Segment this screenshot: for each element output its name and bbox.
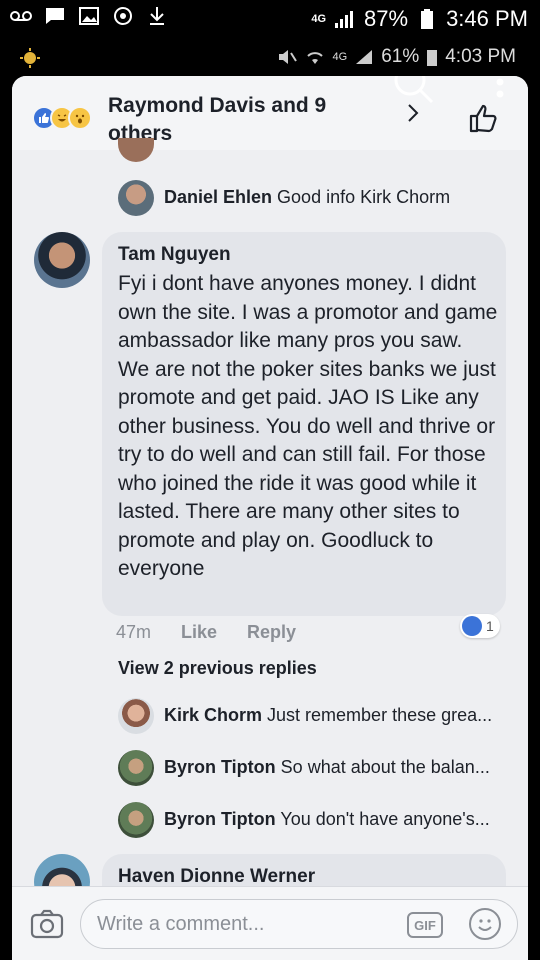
- reactions-header[interactable]: Raymond Davis and 9 others: [12, 76, 528, 150]
- comment-text: Fyi i dont have anyones money. I didnt o…: [118, 272, 498, 580]
- reply-text: You don't have anyone's...: [280, 809, 490, 829]
- network-type-label: 4G: [311, 13, 327, 25]
- like-count-badge[interactable]: 1: [460, 614, 500, 638]
- comment-composer: Write a comment... GIF: [12, 886, 528, 960]
- reply-item[interactable]: Byron Tipton So what about the balan...: [164, 757, 490, 778]
- like-button-icon[interactable]: [468, 102, 500, 134]
- reply-item[interactable]: Kirk Chorm Just remember these grea...: [164, 705, 492, 726]
- voicemail-icon: [10, 6, 32, 26]
- comment-bubble[interactable]: Tam Nguyen Fyi i dont have anyones money…: [102, 232, 506, 616]
- signal-icon: [334, 9, 356, 29]
- image-icon: [78, 6, 100, 26]
- inner-network-label: 4G: [332, 51, 348, 63]
- avatar[interactable]: [118, 698, 154, 734]
- reply-item[interactable]: Daniel Ehlen Good info Kirk Chorm: [164, 187, 450, 208]
- reply-action[interactable]: Reply: [247, 622, 296, 643]
- sync-icon: [112, 6, 134, 26]
- comment-author[interactable]: Haven Dionne Werner: [118, 866, 315, 888]
- comment-input[interactable]: Write a comment... GIF: [80, 899, 518, 949]
- like-reaction-icon: [462, 616, 482, 636]
- comment-author[interactable]: Tam Nguyen: [118, 244, 231, 266]
- search-icon[interactable]: [384, 76, 444, 110]
- inner-clock: 4:03 PM: [445, 46, 516, 67]
- reply-item[interactable]: Byron Tipton You don't have anyone's...: [164, 809, 490, 830]
- inner-battery-percent: 61%: [381, 46, 420, 67]
- avatar[interactable]: [118, 802, 154, 838]
- like-action[interactable]: Like: [181, 622, 217, 643]
- inner-battery-icon: [427, 50, 438, 66]
- comment-timestamp: 47m: [116, 622, 152, 642]
- battery-icon: [416, 9, 438, 29]
- outer-status-bar: 4G 87% 3:46 PM: [0, 0, 540, 40]
- emoji-icon[interactable]: [469, 908, 501, 940]
- reply-text: So what about the balan...: [280, 757, 490, 777]
- reply-author[interactable]: Kirk Chorm: [164, 705, 262, 725]
- message-icon: [44, 6, 66, 26]
- avatar[interactable]: [118, 180, 154, 216]
- battery-percent: 87%: [364, 6, 409, 31]
- reaction-icons: [32, 106, 92, 130]
- avatar[interactable]: [118, 750, 154, 786]
- inner-status-bar: 4G 61% 4:03 PM: [0, 40, 540, 76]
- view-previous-replies-link[interactable]: View 2 previous replies: [118, 658, 317, 679]
- reply-author[interactable]: Daniel Ehlen: [164, 187, 272, 207]
- sun-icon: [20, 48, 40, 68]
- inner-signal-icon: [356, 50, 373, 64]
- clock: 3:46 PM: [446, 6, 528, 31]
- mute-icon: [278, 50, 297, 64]
- wow-reaction-icon: [68, 106, 92, 130]
- reply-author[interactable]: Byron Tipton: [164, 809, 276, 829]
- gif-button[interactable]: GIF: [407, 912, 443, 938]
- reply-text: Just remember these grea...: [267, 705, 493, 725]
- camera-icon[interactable]: [30, 909, 64, 939]
- like-count: 1: [486, 618, 494, 634]
- download-icon: [146, 6, 168, 26]
- comment-placeholder: Write a comment...: [97, 913, 265, 935]
- comments-panel: Raymond Davis and 9 others Daniel Ehlen …: [12, 76, 528, 960]
- reply-text: Good info Kirk Chorm: [277, 187, 451, 207]
- avatar[interactable]: [34, 232, 90, 288]
- reply-author[interactable]: Byron Tipton: [164, 757, 276, 777]
- comment-actions: 47m Like Reply: [116, 622, 296, 643]
- wifi-icon: [306, 52, 323, 64]
- more-options-icon[interactable]: [494, 76, 506, 104]
- avatar[interactable]: [118, 138, 154, 162]
